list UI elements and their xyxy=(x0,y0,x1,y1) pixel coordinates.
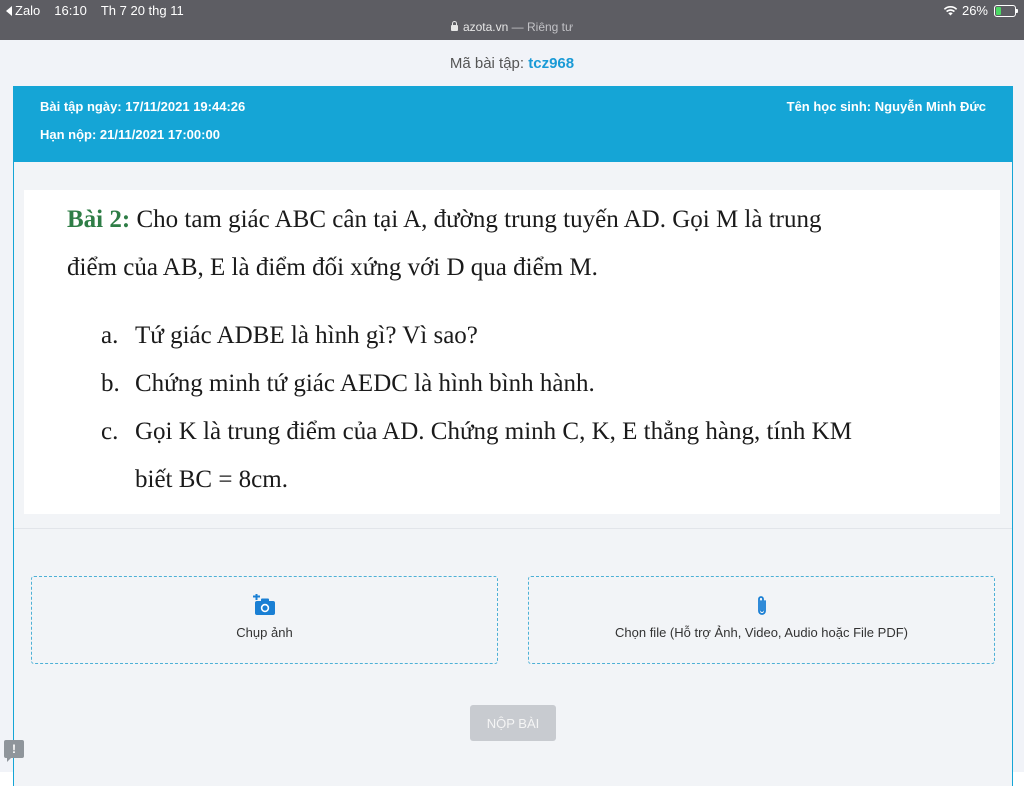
question-item-c-continued: biết BC = 8cm. xyxy=(135,466,288,493)
exercise-code-label: Mã bài tập: xyxy=(449,55,525,72)
back-arrow-icon xyxy=(6,5,12,16)
divider xyxy=(14,528,1012,529)
page: Mã bài tập: tcz968 Bài tập ngày: 17/11/2… xyxy=(0,40,1024,786)
assigned-date: Bài tập ngày: 17/11/2021 19:44:26 xyxy=(40,99,246,114)
battery-percent: 26% xyxy=(961,3,988,18)
question-item-a: a. Tứ giác ADBE là hình gì? Vì sao? xyxy=(101,322,478,350)
item-text: Tứ giác ADBE là hình gì? Vì sao? xyxy=(135,322,478,349)
add-photo-icon xyxy=(252,594,275,615)
question-label: Bài 2: xyxy=(67,206,131,233)
status-bar: Zalo 16:10 Th 7 20 thg 11 azota.vn — Riê… xyxy=(0,0,1024,40)
url-domain: azota.vn xyxy=(462,20,509,34)
back-app-name: Zalo xyxy=(15,3,41,18)
question-item-b: b. Chứng minh tứ giác AEDC là hình bình h… xyxy=(101,370,595,398)
url-privacy: — Riêng tư xyxy=(511,20,574,34)
status-time: 16:10 xyxy=(54,3,87,18)
question-line-1: Bài 2: Cho tam giác ABC cân tại A, đường… xyxy=(67,206,822,234)
battery-fill xyxy=(996,6,1001,15)
paperclip-icon xyxy=(757,596,766,615)
status-left: Zalo 16:10 Th 7 20 thg 11 xyxy=(6,3,184,18)
submit-button[interactable]: NỘP BÀI xyxy=(470,705,556,741)
back-to-app[interactable]: Zalo xyxy=(6,3,40,18)
exercise-code: tcz968 xyxy=(528,55,575,72)
item-marker: b. xyxy=(101,370,120,397)
exercise-card: Bài tập ngày: 17/11/2021 19:44:26 Hạn nộ… xyxy=(13,86,1013,786)
item-text: Chứng minh tứ giác AEDC là hình bình hàn… xyxy=(135,370,595,397)
status-right: 26% xyxy=(943,3,1018,18)
take-photo-label: Chụp ảnh xyxy=(236,625,293,640)
url-bar[interactable]: azota.vn — Riêng tư xyxy=(0,20,1024,34)
status-date: Th 7 20 thg 11 xyxy=(100,3,184,18)
exercise-code-title: Mã bài tập: tcz968 xyxy=(0,55,1024,72)
lock-icon xyxy=(450,21,458,31)
take-photo-button[interactable]: Chụp ảnh xyxy=(31,576,498,664)
exercise-header: Bài tập ngày: 17/11/2021 19:44:26 Hạn nộ… xyxy=(14,86,1012,162)
question-item-c: c. Gọi K là trung điểm của AD. Chứng minh… xyxy=(101,418,852,446)
question-text-1: Cho tam giác ABC cân tại A, đường trung … xyxy=(136,206,822,233)
choose-file-button[interactable]: Chọn file (Hỗ trợ Ảnh, Video, Audio hoặc… xyxy=(528,576,995,664)
feedback-icon[interactable]: ! xyxy=(4,740,24,762)
item-text: Gọi K là trung điểm của AD. Chứng minh C… xyxy=(135,418,852,445)
battery-icon xyxy=(994,4,1018,17)
item-marker: c. xyxy=(101,418,119,445)
question-image: Bài 2: Cho tam giác ABC cân tại A, đường… xyxy=(24,190,1000,514)
choose-file-label: Chọn file (Hỗ trợ Ảnh, Video, Audio hoặc… xyxy=(615,625,908,640)
question-line-2: điểm của AB, E là điểm đối xứng với D qu… xyxy=(67,254,598,281)
wifi-icon xyxy=(943,6,958,16)
item-marker: a. xyxy=(101,322,119,349)
student-name: Tên học sinh: Nguyễn Minh Đức xyxy=(786,99,986,114)
deadline: Hạn nộp: 21/11/2021 17:00:00 xyxy=(40,127,220,142)
